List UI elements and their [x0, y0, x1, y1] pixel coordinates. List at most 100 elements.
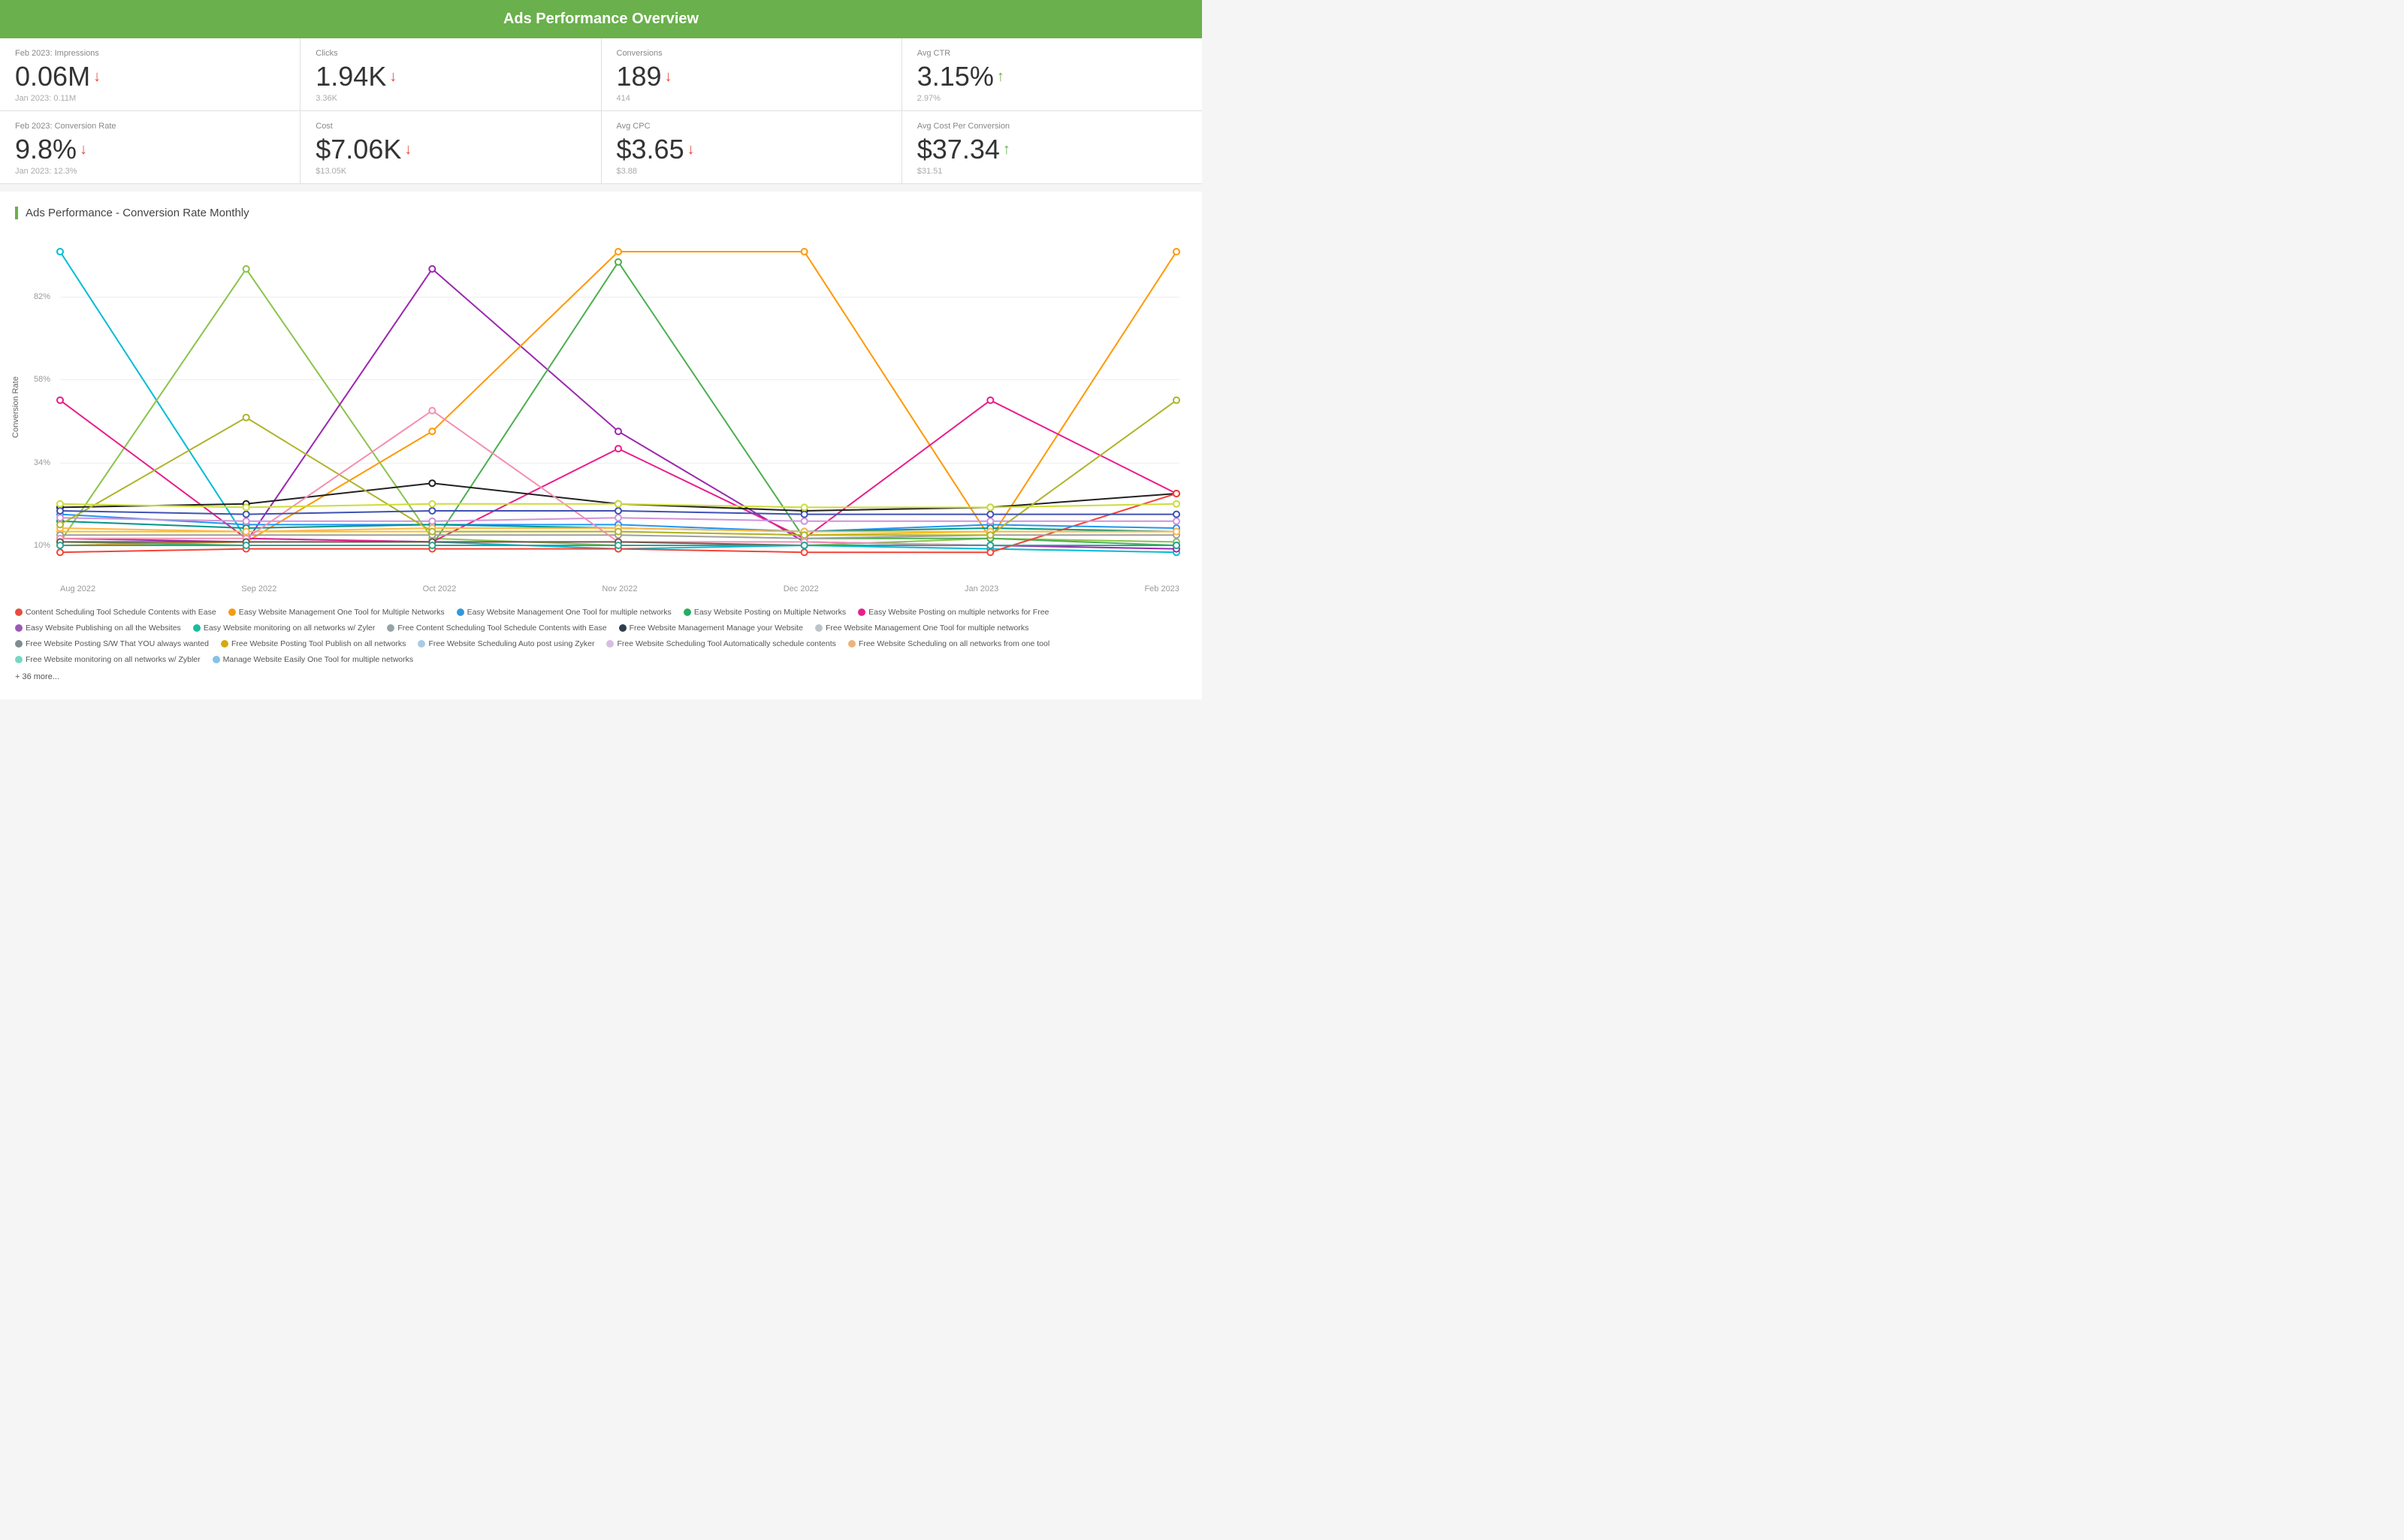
metric-prev: $3.88 [617, 167, 886, 176]
chart-dot [1173, 397, 1179, 403]
legend-color-dot [228, 608, 236, 616]
x-tick: Oct 2022 [423, 584, 457, 593]
legend-label: Free Website Posting S/W That YOU always… [26, 637, 209, 651]
metric-label: Avg CTR [917, 49, 1187, 58]
legend-color-dot [15, 608, 23, 616]
chart-dot [57, 515, 63, 521]
legend-label: Easy Website Management One Tool for Mul… [239, 605, 445, 620]
legend-color-dot [858, 608, 865, 616]
chart-dot [802, 532, 808, 538]
metric-card: Feb 2023: Conversion Rate 9.8%↓ Jan 2023… [0, 111, 300, 183]
chart-dot [987, 549, 993, 555]
legend-item: Free Website Posting S/W That YOU always… [15, 637, 209, 651]
chart-dot [1173, 491, 1179, 497]
metric-prev: 2.97% [917, 94, 1187, 103]
legend-more-link[interactable]: + 36 more... [15, 670, 1187, 685]
chart-dot [987, 512, 993, 518]
arrow-down-icon: ↓ [687, 141, 695, 159]
chart-dot [57, 521, 63, 527]
chart-dot [429, 480, 435, 486]
legend-container: Content Scheduling Tool Schedule Content… [15, 605, 1187, 684]
metric-label: Feb 2023: Impressions [15, 49, 285, 58]
arrow-down-icon: ↓ [93, 68, 101, 86]
chart-dot [57, 501, 63, 507]
chart-dot [802, 549, 808, 555]
metric-prev: $13.05K [316, 167, 585, 176]
metric-value: $3.65↓ [617, 134, 886, 165]
chart-dot [429, 529, 435, 535]
legend-color-dot [606, 640, 614, 648]
metric-card: Avg CTR 3.15%↑ 2.97% [902, 38, 1202, 110]
metric-value: $7.06K↓ [316, 134, 585, 165]
legend-label: Content Scheduling Tool Schedule Content… [26, 605, 216, 620]
chart-dot [615, 259, 621, 265]
chart-dot [429, 518, 435, 524]
legend-label: Free Website Scheduling Auto post using … [428, 637, 594, 651]
chart-dot [615, 428, 621, 434]
legend-label: Free Content Scheduling Tool Schedule Co… [397, 621, 606, 636]
legend-item: Easy Website Publishing on all the Websi… [15, 621, 181, 636]
x-tick: Jan 2023 [965, 584, 998, 593]
chart-dot [243, 542, 249, 548]
chart-dot [987, 518, 993, 524]
chart-dot [802, 249, 808, 255]
legend-item: Easy Website Posting on multiple network… [858, 605, 1049, 620]
chart-dot [802, 512, 808, 518]
legend-label: Free Website Posting Tool Publish on all… [231, 637, 406, 651]
legend-color-dot [387, 624, 394, 632]
arrow-down-icon: ↓ [404, 141, 412, 159]
legend-item: Easy Website Management One Tool for Mul… [228, 605, 445, 620]
legend-row: Free Website Posting S/W That YOU always… [15, 637, 1187, 651]
legend-color-dot [213, 656, 220, 663]
y-tick: 82% [34, 292, 50, 301]
chart-dot [57, 542, 63, 548]
metric-card: Cost $7.06K↓ $13.05K [300, 111, 601, 183]
legend-label: Easy Website monitoring on all networks … [204, 621, 376, 636]
legend-row: Content Scheduling Tool Schedule Content… [15, 605, 1187, 620]
metric-prev: 414 [617, 94, 886, 103]
legend-item: Free Content Scheduling Tool Schedule Co… [387, 621, 606, 636]
y-tick: 58% [34, 375, 50, 384]
chart-section: Ads Performance - Conversion Rate Monthl… [0, 192, 1202, 699]
legend-label: Free Website Management Manage your Webs… [630, 621, 803, 636]
chart-inner: 10%34%58%82% [60, 234, 1179, 580]
legend-color-dot [15, 640, 23, 648]
chart-dot [429, 408, 435, 414]
metric-card: Conversions 189↓ 414 [602, 38, 902, 110]
chart-dot [615, 249, 621, 255]
legend-color-dot [193, 624, 201, 632]
legend-item: Manage Website Easily One Tool for multi… [213, 653, 413, 667]
legend-item: Free Website Management One Tool for mul… [815, 621, 1028, 636]
metric-value: 0.06M↓ [15, 61, 285, 92]
chart-dot [987, 397, 993, 403]
chart-dot [987, 504, 993, 510]
page-title: Ads Performance Overview [503, 11, 699, 27]
legend-label: Free Website monitoring on all networks … [26, 653, 201, 667]
chart-dot [429, 266, 435, 272]
metric-label: Conversions [617, 49, 886, 58]
legend-label: Easy Website Posting on Multiple Network… [694, 605, 846, 620]
arrow-up-icon: ↑ [1003, 141, 1010, 159]
legend-label: Easy Website Management One Tool for mul… [467, 605, 672, 620]
chart-dot [57, 397, 63, 403]
legend-color-dot [15, 624, 23, 632]
metric-card: Clicks 1.94K↓ 3.36K [300, 38, 601, 110]
y-axis-label: Conversion Rate [11, 376, 20, 438]
legend-item: Free Website Scheduling Auto post using … [418, 637, 594, 651]
metric-value: 1.94K↓ [316, 61, 585, 92]
metrics-top-row: Feb 2023: Impressions 0.06M↓ Jan 2023: 0… [0, 38, 1202, 111]
chart-dot [615, 501, 621, 507]
legend-row: Easy Website Publishing on all the Websi… [15, 621, 1187, 636]
x-tick: Nov 2022 [602, 584, 637, 593]
chart-dot [429, 542, 435, 548]
legend-item: Easy Website Posting on Multiple Network… [684, 605, 846, 620]
legend-item: Content Scheduling Tool Schedule Content… [15, 605, 216, 620]
chart-dot [987, 542, 993, 548]
legend-color-dot [221, 640, 228, 648]
arrow-up-icon: ↑ [997, 68, 1004, 86]
chart-dot [243, 266, 249, 272]
arrow-down-icon: ↓ [665, 68, 672, 86]
chart-dot [1173, 249, 1179, 255]
metric-prev: Jan 2023: 12.3% [15, 167, 285, 176]
legend-color-dot [457, 608, 464, 616]
